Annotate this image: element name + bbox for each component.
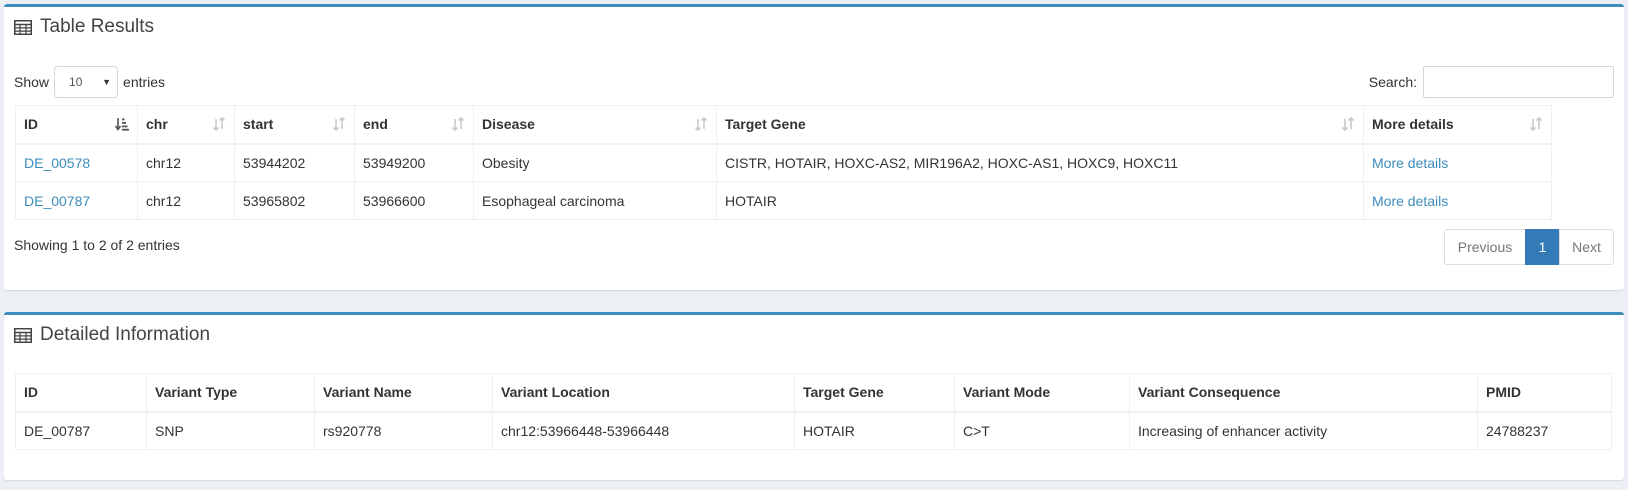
- cell-id: DE_00578: [15, 143, 138, 182]
- cell-variant-consequence: Increasing of enhancer activity: [1129, 411, 1478, 450]
- search-input[interactable]: [1423, 66, 1614, 98]
- table-icon: [14, 327, 32, 343]
- table-results-panel: Table Results Show 10 ▼ entries Search: …: [4, 4, 1624, 290]
- details-table: ID Variant Type Variant Name Variant Loc…: [15, 373, 1612, 450]
- cell-target-gene: HOTAIR: [716, 181, 1364, 220]
- cell-variant-location: chr12:53966448-53966448: [492, 411, 795, 450]
- cell-id: DE_00787: [15, 181, 138, 220]
- more-details-link[interactable]: More details: [1372, 155, 1448, 171]
- cell-end: 53966600: [354, 181, 474, 220]
- more-details-link[interactable]: More details: [1372, 193, 1448, 209]
- cell-variant-type: SNP: [146, 411, 315, 450]
- id-link[interactable]: DE_00787: [24, 193, 90, 209]
- cell-target-gene: CISTR, HOTAIR, HOXC-AS2, MIR196A2, HOXC-…: [716, 143, 1364, 182]
- show-label: Show: [14, 74, 50, 90]
- entries-length-control: Show 10 ▼ entries: [14, 65, 165, 99]
- pagination: Previous 1 Next: [1444, 229, 1614, 265]
- table-row: DE_00578 chr12 53944202 53949200 Obesity…: [15, 143, 1552, 182]
- cell-start: 53944202: [234, 143, 355, 182]
- table-info: Showing 1 to 2 of 2 entries: [14, 237, 180, 253]
- next-button[interactable]: Next: [1559, 229, 1614, 265]
- cell-more-details: More details: [1363, 181, 1552, 220]
- id-link[interactable]: DE_00578: [24, 155, 90, 171]
- search-control: Search:: [1369, 65, 1614, 99]
- column-header-variant-location: Variant Location: [492, 373, 795, 413]
- detailed-information-panel: Detailed Information ID Variant Type Var…: [4, 312, 1624, 480]
- cell-chr: chr12: [137, 181, 235, 220]
- entries-select-value: 10: [69, 75, 83, 89]
- panel-title: Detailed Information: [40, 324, 211, 345]
- cell-chr: chr12: [137, 143, 235, 182]
- entries-select[interactable]: 10 ▼: [54, 66, 119, 98]
- cell-disease: Esophageal carcinoma: [473, 181, 717, 220]
- column-header-variant-type: Variant Type: [146, 373, 315, 413]
- column-header-more-details[interactable]: More details: [1363, 105, 1552, 145]
- page-1-button[interactable]: 1: [1525, 229, 1560, 265]
- sort-icon: [332, 117, 346, 131]
- column-header-pmid: PMID: [1477, 373, 1612, 413]
- column-header-start[interactable]: start: [234, 105, 355, 145]
- cell-id: DE_00787: [15, 411, 147, 450]
- sort-icon: [1529, 117, 1543, 131]
- entries-label: entries: [123, 74, 166, 90]
- cell-variant-mode: C>T: [954, 411, 1130, 450]
- cell-more-details: More details: [1363, 143, 1552, 182]
- cell-pmid: 24788237: [1477, 411, 1612, 450]
- column-header-variant-consequence: Variant Consequence: [1129, 373, 1478, 413]
- column-header-target-gene: Target Gene: [794, 373, 955, 413]
- search-label: Search:: [1368, 74, 1417, 90]
- table-row: DE_00787 chr12 53965802 53966600 Esophag…: [15, 181, 1552, 220]
- column-header-chr[interactable]: chr: [137, 105, 235, 145]
- panel-title: Table Results: [40, 16, 155, 37]
- table-results-header: Table Results: [14, 16, 154, 38]
- sort-asc-icon: [115, 118, 129, 131]
- column-header-variant-name: Variant Name: [314, 373, 493, 413]
- column-header-target-gene[interactable]: Target Gene: [716, 105, 1364, 145]
- table-header-row: ID Variant Type Variant Name Variant Loc…: [15, 373, 1612, 413]
- column-header-disease[interactable]: Disease: [473, 105, 717, 145]
- sort-icon: [694, 117, 708, 131]
- table-icon: [14, 19, 32, 35]
- column-header-id: ID: [15, 373, 147, 413]
- detailed-information-header: Detailed Information: [14, 324, 210, 346]
- column-header-variant-mode: Variant Mode: [954, 373, 1130, 413]
- previous-button[interactable]: Previous: [1444, 229, 1526, 265]
- sort-icon: [212, 117, 226, 131]
- table-row: DE_00787 SNP rs920778 chr12:53966448-539…: [15, 411, 1612, 450]
- cell-start: 53965802: [234, 181, 355, 220]
- results-table: ID chr start end Disease Target Gene Mor…: [15, 105, 1552, 220]
- cell-end: 53949200: [354, 143, 474, 182]
- sort-icon: [451, 117, 465, 131]
- column-header-end[interactable]: end: [354, 105, 474, 145]
- column-header-id[interactable]: ID: [15, 105, 138, 145]
- table-header-row: ID chr start end Disease Target Gene Mor…: [15, 105, 1552, 145]
- cell-target-gene: HOTAIR: [794, 411, 955, 450]
- chevron-down-icon: ▼: [102, 77, 112, 87]
- cell-variant-name: rs920778: [314, 411, 493, 450]
- cell-disease: Obesity: [473, 143, 717, 182]
- sort-icon: [1341, 117, 1355, 131]
